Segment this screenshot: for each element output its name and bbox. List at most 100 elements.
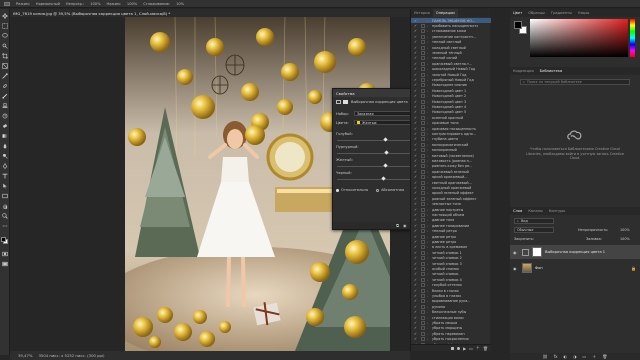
quick-mask-icon[interactable] bbox=[2, 251, 8, 257]
pen-tool-icon[interactable] bbox=[2, 163, 8, 169]
action-dialog-toggle[interactable] bbox=[421, 229, 425, 234]
expand-chevron-icon[interactable]: › bbox=[427, 24, 430, 28]
opacity-value[interactable]: 100% bbox=[90, 2, 100, 6]
action-dialog-toggle[interactable] bbox=[421, 180, 425, 185]
expand-chevron-icon[interactable]: › bbox=[427, 116, 430, 120]
expand-chevron-icon[interactable]: › bbox=[427, 19, 430, 23]
cyan-slider-thumb[interactable] bbox=[383, 137, 388, 142]
action-enabled-check-icon[interactable]: ✓ bbox=[414, 272, 418, 276]
action-enabled-check-icon[interactable]: ✓ bbox=[414, 24, 418, 28]
fill-value[interactable]: 100% bbox=[620, 237, 630, 241]
expand-chevron-icon[interactable]: › bbox=[427, 170, 430, 174]
action-dialog-toggle[interactable] bbox=[421, 110, 425, 115]
action-enabled-check-icon[interactable]: ✓ bbox=[414, 337, 418, 341]
new-set-icon[interactable]: ▭ bbox=[469, 346, 473, 351]
action-enabled-check-icon[interactable]: ✓ bbox=[414, 235, 418, 239]
action-enabled-check-icon[interactable]: ✓ bbox=[414, 191, 418, 195]
action-enabled-check-icon[interactable]: ✓ bbox=[414, 62, 418, 66]
expand-chevron-icon[interactable]: › bbox=[427, 83, 430, 87]
document-tab[interactable]: IMG_7619 копия.jpg @ 39,5% (Выборочная к… bbox=[10, 9, 410, 17]
action-enabled-check-icon[interactable]: ✓ bbox=[414, 170, 418, 174]
expand-chevron-icon[interactable]: › bbox=[427, 245, 430, 249]
action-enabled-check-icon[interactable]: ✓ bbox=[414, 224, 418, 228]
action-enabled-check-icon[interactable]: ✓ bbox=[414, 67, 418, 71]
action-dialog-toggle[interactable] bbox=[421, 250, 425, 255]
action-dialog-toggle[interactable] bbox=[421, 321, 425, 326]
action-enabled-check-icon[interactable]: ✓ bbox=[414, 94, 418, 98]
expand-chevron-icon[interactable]: › bbox=[427, 267, 430, 271]
background-thumbnail[interactable] bbox=[522, 263, 532, 273]
action-dialog-toggle[interactable] bbox=[421, 121, 425, 126]
relative-radio[interactable] bbox=[336, 188, 339, 192]
expand-chevron-icon[interactable]: › bbox=[427, 235, 430, 239]
action-enabled-check-icon[interactable]: ✓ bbox=[414, 137, 418, 141]
clone-stamp-tool-icon[interactable] bbox=[2, 103, 8, 109]
action-dialog-toggle[interactable] bbox=[421, 153, 425, 158]
expand-chevron-icon[interactable]: › bbox=[427, 89, 430, 93]
action-enabled-check-icon[interactable]: ✓ bbox=[414, 305, 418, 309]
flow-value[interactable]: 100% bbox=[127, 2, 137, 6]
expand-chevron-icon[interactable]: › bbox=[427, 105, 430, 109]
magenta-slider-thumb[interactable] bbox=[384, 150, 389, 155]
action-dialog-toggle[interactable] bbox=[421, 175, 425, 180]
action-dialog-toggle[interactable] bbox=[421, 315, 425, 320]
brush-preset-icon[interactable] bbox=[4, 1, 10, 6]
expand-chevron-icon[interactable]: › bbox=[427, 132, 430, 136]
expand-chevron-icon[interactable]: › bbox=[427, 208, 430, 212]
action-dialog-toggle[interactable] bbox=[421, 40, 425, 45]
lasso-tool-icon[interactable] bbox=[2, 33, 8, 39]
action-dialog-toggle[interactable] bbox=[421, 67, 425, 72]
action-dialog-toggle[interactable] bbox=[421, 169, 425, 174]
expand-chevron-icon[interactable]: › bbox=[427, 127, 430, 131]
expand-chevron-icon[interactable]: › bbox=[427, 94, 430, 98]
layer-visibility-eye-icon[interactable]: ◉ bbox=[513, 266, 519, 271]
expand-chevron-icon[interactable]: › bbox=[427, 137, 430, 141]
action-enabled-check-icon[interactable]: ✓ bbox=[414, 19, 418, 23]
action-dialog-toggle[interactable] bbox=[421, 267, 425, 272]
clip-to-layer-icon[interactable]: ⧉ bbox=[396, 223, 399, 228]
action-dialog-toggle[interactable] bbox=[421, 223, 425, 228]
layer-row-background[interactable]: ◉ Фон 🔒 bbox=[510, 261, 640, 275]
expand-chevron-icon[interactable]: › bbox=[427, 240, 430, 244]
action-dialog-toggle[interactable] bbox=[421, 304, 425, 309]
new-action-icon[interactable]: ＋ bbox=[476, 345, 480, 351]
marquee-tool-icon[interactable] bbox=[2, 23, 8, 29]
action-enabled-check-icon[interactable]: ✓ bbox=[414, 40, 418, 44]
action-enabled-check-icon[interactable]: ✓ bbox=[414, 46, 418, 50]
tab-swatches[interactable]: Образцы bbox=[525, 11, 548, 15]
action-dialog-toggle[interactable] bbox=[421, 51, 425, 56]
action-enabled-check-icon[interactable]: ✓ bbox=[414, 148, 418, 152]
expand-chevron-icon[interactable]: › bbox=[427, 272, 430, 276]
action-enabled-check-icon[interactable]: ✓ bbox=[414, 240, 418, 244]
action-enabled-check-icon[interactable]: ✓ bbox=[414, 127, 418, 131]
frame-tool-icon[interactable] bbox=[2, 63, 8, 69]
layer-row-selective-color[interactable]: ◉ Выборочная коррекция цвета 1 bbox=[510, 245, 640, 259]
stop-icon[interactable] bbox=[451, 346, 455, 350]
action-enabled-check-icon[interactable]: ✓ bbox=[414, 251, 418, 255]
expand-chevron-icon[interactable]: › bbox=[427, 164, 430, 168]
new-layer-icon[interactable]: ＋ bbox=[592, 354, 596, 360]
action-dialog-toggle[interactable] bbox=[421, 56, 425, 61]
expand-chevron-icon[interactable]: › bbox=[427, 51, 430, 55]
action-enabled-check-icon[interactable]: ✓ bbox=[414, 83, 418, 87]
mask-icon[interactable] bbox=[343, 100, 348, 104]
expand-chevron-icon[interactable]: › bbox=[427, 337, 430, 341]
opacity-value[interactable]: 100% bbox=[620, 228, 630, 232]
action-dialog-toggle[interactable] bbox=[421, 94, 425, 99]
action-enabled-check-icon[interactable]: ✓ bbox=[414, 29, 418, 33]
action-enabled-check-icon[interactable]: ✓ bbox=[414, 218, 418, 222]
gradient-tool-icon[interactable] bbox=[2, 133, 8, 139]
action-enabled-check-icon[interactable]: ✓ bbox=[414, 132, 418, 136]
expand-chevron-icon[interactable]: › bbox=[427, 197, 430, 201]
screen-mode-icon[interactable] bbox=[2, 261, 8, 267]
document-info[interactable]: 3504 пикс. x 5252 пикс. (300 ppi) bbox=[38, 353, 104, 358]
action-dialog-toggle[interactable] bbox=[421, 272, 425, 277]
action-enabled-check-icon[interactable]: ✓ bbox=[414, 175, 418, 179]
action-dialog-toggle[interactable] bbox=[421, 288, 425, 293]
more-tools-icon[interactable] bbox=[2, 223, 8, 229]
action-enabled-check-icon[interactable]: ✓ bbox=[414, 299, 418, 303]
expand-chevron-icon[interactable]: › bbox=[427, 186, 430, 190]
action-dialog-toggle[interactable] bbox=[421, 207, 425, 212]
record-icon[interactable] bbox=[457, 346, 461, 350]
expand-chevron-icon[interactable]: › bbox=[427, 251, 430, 255]
